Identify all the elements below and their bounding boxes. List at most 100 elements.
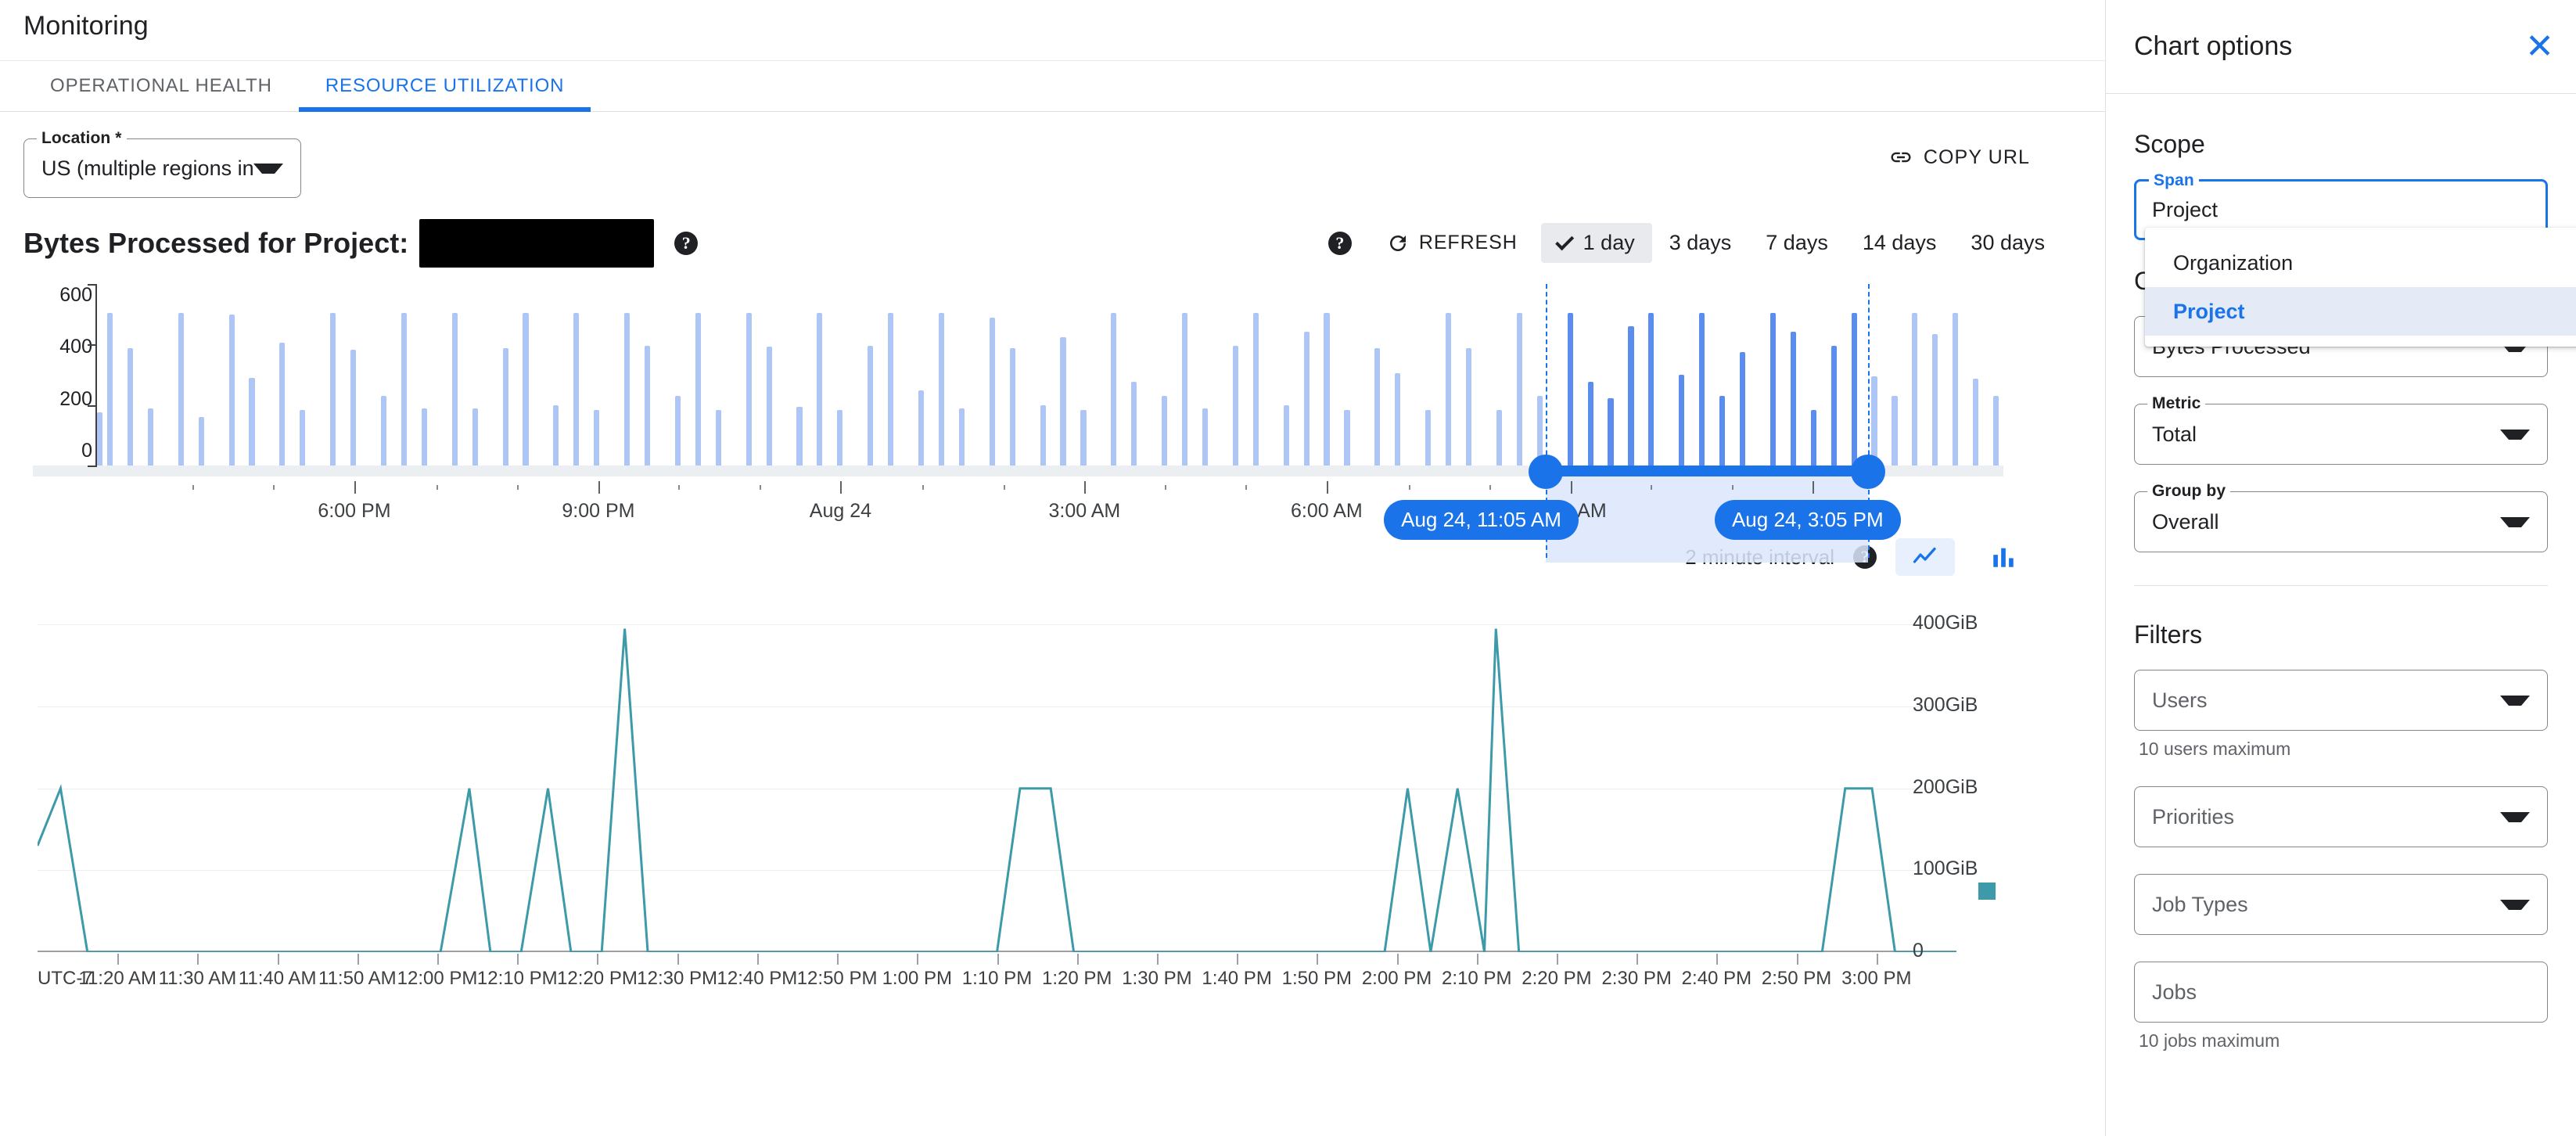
help-icon[interactable]: ? xyxy=(1328,231,1352,255)
brush-handle-end[interactable] xyxy=(1850,455,1885,489)
overview-x-minor-tick xyxy=(436,485,438,490)
jobs-filter-hint: 10 jobs maximum xyxy=(2139,1030,2280,1051)
detail-x-tick xyxy=(437,954,440,965)
detail-x-label: 11:30 AM xyxy=(158,968,237,989)
users-filter-hint: 10 users maximum xyxy=(2139,739,2291,759)
overview-bar xyxy=(1080,409,1087,466)
overview-bar xyxy=(279,342,286,466)
range-1-day-label: 1 day xyxy=(1583,231,1635,254)
y-tick-0: 0 xyxy=(81,439,92,462)
job-types-filter-field[interactable]: Job Types xyxy=(2134,874,2548,935)
overview-bar xyxy=(958,408,965,466)
detail-x-ticks xyxy=(38,954,1956,965)
detail-x-label: 12:50 PM xyxy=(796,968,878,989)
refresh-icon xyxy=(1389,235,1406,251)
span-field[interactable]: Span Project Organization Project xyxy=(2134,171,2576,347)
detail-x-tick xyxy=(197,954,199,965)
detail-x-label: 1:00 PM xyxy=(882,968,952,989)
overview-x-label: 3:00 AM xyxy=(1048,500,1121,522)
overview-bar xyxy=(106,313,113,466)
close-icon[interactable]: ✕ xyxy=(2525,29,2554,64)
metric-value: Total xyxy=(2152,422,2197,446)
range-14-days[interactable]: 14 days xyxy=(1845,223,1954,263)
range-30-days[interactable]: 30 days xyxy=(1953,223,2062,263)
span-option-project[interactable]: Project xyxy=(2145,287,2576,336)
group-by-value: Overall xyxy=(2152,509,2219,534)
line-chart-toggle[interactable] xyxy=(1895,538,1955,576)
span-option-organization[interactable]: Organization xyxy=(2145,239,2576,287)
group-by-select[interactable]: Group by Overall xyxy=(2134,482,2548,552)
overview-bar xyxy=(1892,395,1898,466)
overview-bar xyxy=(421,408,427,466)
overview-x-tick xyxy=(354,481,356,494)
overview-x-tick xyxy=(1326,481,1328,494)
span-label: Span xyxy=(2149,171,2199,190)
overview-bar xyxy=(502,348,508,466)
chart-options-title: Chart options xyxy=(2134,31,2293,61)
overview-bar xyxy=(1283,405,1289,466)
refresh-button[interactable]: REFRESH xyxy=(1386,232,1518,255)
detail-x-tick xyxy=(1237,954,1239,965)
tab-resource-utilization[interactable]: RESOURCE UTILIZATION xyxy=(298,61,591,112)
overview-bar xyxy=(1496,409,1502,466)
range-7-days[interactable]: 7 days xyxy=(1748,223,1845,263)
overview-bar xyxy=(715,409,721,466)
detail-x-label: 2:10 PM xyxy=(1442,968,1512,989)
users-filter-select[interactable]: Users xyxy=(2134,670,2548,731)
overview-x-label: 9:00 PM xyxy=(562,500,635,522)
chevron-down-icon xyxy=(2500,516,2530,527)
overview-bar xyxy=(1324,313,1330,466)
priorities-filter-select[interactable]: Priorities xyxy=(2134,786,2548,847)
filters-section-title: Filters xyxy=(2134,620,2203,649)
detail-x-label: 2:30 PM xyxy=(1601,968,1672,989)
overview-bar xyxy=(1851,313,1857,466)
detail-x-tick xyxy=(917,954,919,965)
help-icon[interactable]: ? xyxy=(674,232,699,255)
chart-options-body: Scope Span Project Organization Project … xyxy=(2106,94,2576,1052)
priorities-filter-field[interactable]: Priorities xyxy=(2134,786,2548,847)
overview-x-tick xyxy=(1084,481,1087,494)
detail-x-tick xyxy=(837,954,839,965)
overview-bar xyxy=(674,395,681,466)
users-filter-field[interactable]: Users 10 users maximum xyxy=(2134,670,2548,760)
location-select[interactable]: Location * US (multiple regions in Un… xyxy=(23,129,301,198)
overview-selection-band[interactable] xyxy=(1546,466,1868,476)
overview-brush-chart[interactable]: 600 400 200 0 6:00 PM 9:00 PM Aug 24 3:00 A… xyxy=(0,276,2105,563)
metric-field[interactable]: Metric Total xyxy=(2134,394,2548,465)
detail-line-chart[interactable]: 0 100GiB 200GiB 300GiB 400GiB UTC-7 11:20 AM 1… xyxy=(0,589,2105,1016)
overview-bar xyxy=(888,313,894,466)
overview-y-tick xyxy=(88,404,97,407)
range-3-days[interactable]: 3 days xyxy=(1652,223,1749,263)
overview-bar xyxy=(1202,408,1209,466)
overview-bar xyxy=(350,349,357,466)
bar-chart-toggle[interactable] xyxy=(1974,538,2033,576)
metric-select[interactable]: Metric Total xyxy=(2134,394,2548,465)
chart-header: Bytes Processed for Project: ? ? REFRESH… xyxy=(0,206,2105,268)
detail-series-line xyxy=(38,628,1956,952)
group-by-field[interactable]: Group by Overall xyxy=(2134,482,2548,552)
detail-x-label: 2:00 PM xyxy=(1361,968,1432,989)
tab-operational-health[interactable]: OPERATIONAL HEALTH xyxy=(23,61,299,111)
detail-x-tick xyxy=(277,954,279,965)
overview-bar xyxy=(1567,313,1573,466)
job-types-filter-select[interactable]: Job Types xyxy=(2134,874,2548,935)
overview-x-tick xyxy=(840,481,842,494)
brush-handle-start[interactable] xyxy=(1529,455,1564,489)
copy-url-button[interactable]: COPY URL xyxy=(1889,146,2030,169)
overview-x-minor-tick xyxy=(1731,485,1734,490)
detail-x-label: 11:40 AM xyxy=(238,968,317,989)
range-1-day[interactable]: 1 day xyxy=(1540,223,1652,263)
overview-bar xyxy=(1739,352,1746,466)
span-dropdown-menu[interactable]: Organization Project xyxy=(2145,228,2576,347)
overview-x-minor-tick xyxy=(922,485,925,490)
overview-x-ticks xyxy=(97,481,2003,494)
overview-bar xyxy=(1465,348,1472,466)
overview-bar xyxy=(472,408,478,466)
jobs-filter-input[interactable]: Jobs xyxy=(2134,962,2548,1023)
jobs-filter-field[interactable]: Jobs 10 jobs maximum xyxy=(2134,962,2548,1052)
brush-end-label: Aug 24, 3:05 PM xyxy=(1714,500,1901,540)
copy-url-label: COPY URL xyxy=(1923,146,2030,168)
chevron-down-icon xyxy=(2500,429,2530,440)
detail-x-label: 3:00 PM xyxy=(1841,968,1912,989)
detail-x-tick xyxy=(1796,954,1798,965)
